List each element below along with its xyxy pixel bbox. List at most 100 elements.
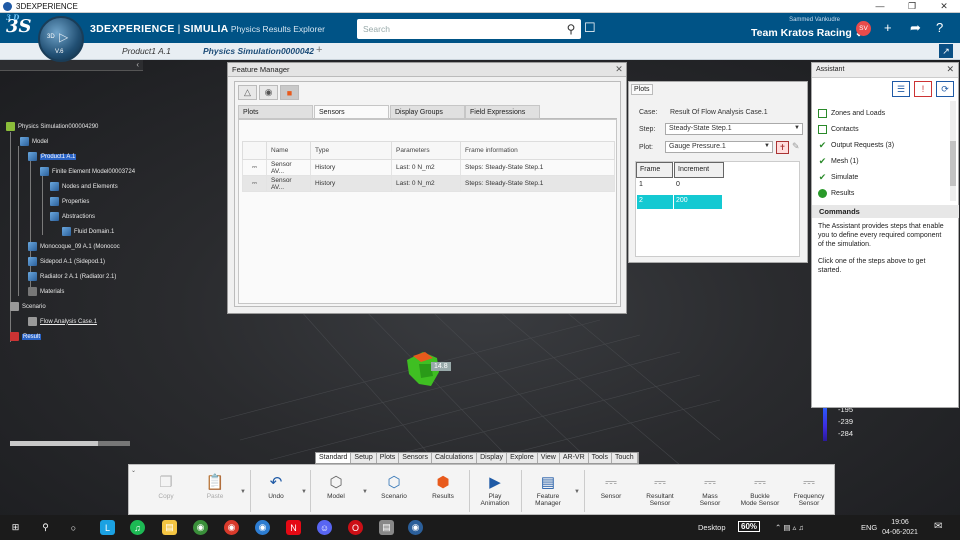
discord-icon[interactable]: ☺ xyxy=(317,520,332,535)
buckle-mode-sensor-icon[interactable]: ⎓ xyxy=(747,471,773,493)
tab-field-expressions[interactable]: Field Expressions xyxy=(465,105,540,119)
grid-cell[interactable]: 1 xyxy=(637,179,673,193)
plots-toolbar-icon[interactable]: △ xyxy=(238,85,257,100)
search-box[interactable]: Search ⚲ xyxy=(357,19,581,39)
desktop-label[interactable]: Desktop xyxy=(698,523,726,532)
clock[interactable]: 19:06 04-06-2021 xyxy=(880,518,920,538)
tab-display-groups[interactable]: Display Groups xyxy=(390,105,465,119)
tree-node-fluid-domain[interactable]: Fluid Domain.1 xyxy=(62,227,114,236)
step-output-requests[interactable]: ✔ Output Requests (3) xyxy=(818,140,894,150)
share-icon[interactable]: ➦ xyxy=(910,20,921,36)
undo-icon[interactable]: ↶ xyxy=(263,471,289,493)
tree-node-sidepod[interactable]: Sidepod A.1 (Sidepod.1) xyxy=(28,257,105,266)
tab-explore[interactable]: Explore xyxy=(507,453,538,463)
file-explorer-icon[interactable]: ▤ xyxy=(162,520,177,535)
opera-icon[interactable]: O xyxy=(348,520,363,535)
feature-manager-titlebar[interactable]: Feature Manager ✕ xyxy=(228,63,626,77)
step-zones-loads[interactable]: Zones and Loads xyxy=(818,109,885,118)
netflix-icon[interactable]: N xyxy=(286,520,301,535)
app-icon[interactable]: L xyxy=(100,520,115,535)
tree-collapse-bar[interactable]: ‹ xyxy=(0,60,143,71)
chevron-down-icon[interactable]: ▼ xyxy=(362,489,368,495)
scrollbar-thumb[interactable] xyxy=(950,141,956,186)
resultant-sensor-icon[interactable]: ⎓ xyxy=(647,471,673,493)
language-indicator[interactable]: ENG xyxy=(861,523,877,532)
chrome-icon[interactable]: ◉ xyxy=(224,520,239,535)
edit-pencil-icon[interactable]: ✎ xyxy=(792,141,800,152)
tab-setup[interactable]: Setup xyxy=(351,453,377,463)
help-icon[interactable]: ? xyxy=(936,20,943,35)
tag-icon[interactable]: ☐ xyxy=(584,20,596,36)
feature-manager-icon[interactable]: ▤ xyxy=(535,471,561,493)
search-icon[interactable]: ⚲ xyxy=(561,19,581,39)
refresh-icon[interactable]: ⟳ xyxy=(936,81,954,97)
close-window-button[interactable]: ✕ xyxy=(928,1,960,12)
compass-play-icon[interactable]: ▷ xyxy=(59,30,68,44)
tree-horizontal-scrollbar[interactable] xyxy=(10,441,130,446)
tree-node-monocoque[interactable]: Monocoque_09 A.1 (Monococ xyxy=(28,242,120,251)
chrome-icon[interactable]: ◉ xyxy=(193,520,208,535)
warning-icon[interactable]: ! xyxy=(914,81,932,97)
battery-indicator[interactable]: 60% xyxy=(738,521,761,532)
play-animation-icon[interactable]: ▶ xyxy=(482,471,508,493)
expand-icon[interactable]: ↗ xyxy=(939,44,953,58)
tab-ar-vr[interactable]: AR-VR xyxy=(559,453,589,463)
collapse-left-icon[interactable]: ‹ xyxy=(136,60,139,69)
grid-cell[interactable]: 0 xyxy=(674,179,722,193)
tree-node-result[interactable]: Result xyxy=(10,332,42,341)
feature-manager-button[interactable]: Feature Manager xyxy=(523,493,573,507)
grid-cell[interactable]: 2 xyxy=(637,195,673,209)
assistant-scrollbar[interactable] xyxy=(950,101,956,201)
step-mesh[interactable]: ✔ Mesh (1) xyxy=(818,156,859,166)
scenario-button[interactable]: Scenario xyxy=(369,493,419,500)
paste-icon[interactable]: 📋 xyxy=(202,471,228,493)
tray-icons[interactable]: ⌃ ▤ ▵ ♫ xyxy=(775,523,804,532)
tree-node-simulation[interactable]: Physics Simulation000004290 xyxy=(6,122,98,131)
grid-cell[interactable]: 200 xyxy=(674,195,722,209)
results-button[interactable]: Results xyxy=(418,493,468,500)
step-simulate[interactable]: ✔ Simulate xyxy=(818,172,859,182)
tab-calculations[interactable]: Calculations xyxy=(431,453,478,463)
tree-node-materials[interactable]: Materials xyxy=(28,287,64,296)
copy-button[interactable]: Copy xyxy=(141,493,191,500)
copy-icon[interactable]: ❐ xyxy=(153,471,179,493)
mass-sensor-button[interactable]: Mass Sensor xyxy=(685,493,735,507)
minimize-button[interactable]: — xyxy=(864,1,896,11)
tab-plots[interactable]: Plots xyxy=(238,105,313,119)
tab-sensors[interactable]: Sensors xyxy=(314,105,389,119)
step-results[interactable]: Results xyxy=(818,189,854,198)
paste-button[interactable]: Paste xyxy=(190,493,240,500)
results-icon[interactable]: ⬢ xyxy=(430,471,456,493)
tab-touch[interactable]: Touch xyxy=(611,453,638,463)
results-toolbar-icon[interactable]: ■ xyxy=(280,85,299,100)
scenario-icon[interactable]: ⬡ xyxy=(381,471,407,493)
notifications-icon[interactable]: ✉ xyxy=(934,521,942,532)
tree-node-flow-analysis[interactable]: Flow Analysis Case.1 xyxy=(28,317,97,326)
step-select[interactable]: Steady-State Step.1 ▼ xyxy=(665,123,803,135)
tree-node-abstractions[interactable]: Abstractions xyxy=(50,212,95,221)
plot-select[interactable]: Gauge Pressure.1 ▼ xyxy=(665,141,773,153)
chevron-down-icon[interactable]: ⌄ xyxy=(131,467,136,474)
resultant-sensor-button[interactable]: Resultant Sensor xyxy=(635,493,685,507)
mass-sensor-icon[interactable]: ⎓ xyxy=(697,471,723,493)
assistant-header[interactable]: Assistant ✕ xyxy=(812,63,958,78)
model-button[interactable]: Model xyxy=(311,493,361,500)
tab-tools[interactable]: Tools xyxy=(588,453,612,463)
tree-node-model[interactable]: Model xyxy=(20,137,48,146)
scrollbar-thumb[interactable] xyxy=(10,441,98,446)
windows-start-icon[interactable]: ⊞ xyxy=(8,520,23,535)
list-icon[interactable]: ☰ xyxy=(892,81,910,97)
sensor-icon[interactable]: ⎓ xyxy=(598,471,624,493)
tree-node-properties[interactable]: Properties xyxy=(50,197,89,206)
spotify-icon[interactable]: ♫ xyxy=(130,520,145,535)
frequency-sensor-icon[interactable]: ⎓ xyxy=(796,471,822,493)
tree-node-nodes-elements[interactable]: Nodes and Elements xyxy=(50,182,118,191)
tree-node-scenario[interactable]: Scenario xyxy=(10,302,46,311)
avatar[interactable]: SV xyxy=(856,21,871,36)
tab-plots[interactable]: Plots xyxy=(376,453,400,463)
play-animation-button[interactable]: Play Animation xyxy=(470,493,520,507)
close-icon[interactable]: ✕ xyxy=(612,64,626,75)
chevron-down-icon[interactable]: ▼ xyxy=(240,489,246,495)
add-icon[interactable]: + xyxy=(884,20,892,35)
sensor-toolbar-icon[interactable]: ◉ xyxy=(259,85,278,100)
